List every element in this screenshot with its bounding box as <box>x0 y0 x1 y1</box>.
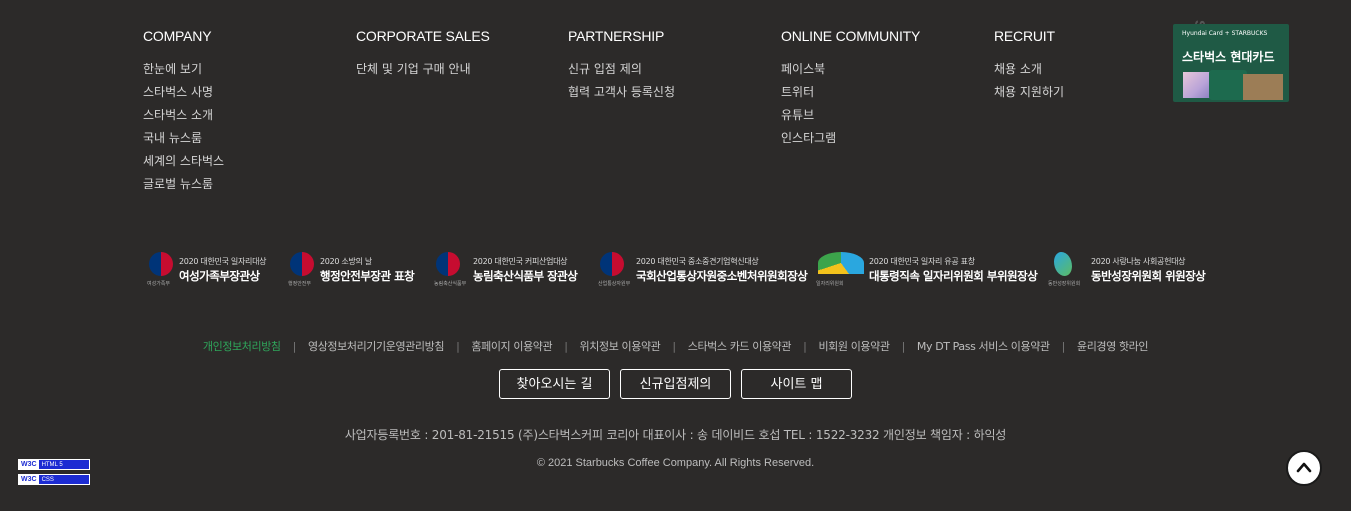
award-sub: 2020 대한민국 일자리대상 <box>179 257 267 266</box>
award-sub: 2020 대한민국 일자리 유공 표창 <box>869 257 975 266</box>
award-item[interactable]: 여성가족부 2020 대한민국 일자리대상 여성가족부장관상 <box>147 252 269 288</box>
footer-col-partnership: PARTNERSHIP 신규 입점 제의 협력 고객사 등록신청 <box>568 28 768 104</box>
government-emblem-icon <box>436 252 460 276</box>
menu-link[interactable]: 단체 및 기업 구매 안내 <box>356 58 556 81</box>
award-org: 여성가족부 <box>147 281 171 287</box>
policy-link[interactable]: 위치정보 이용약관 <box>580 340 661 353</box>
award-main: 대통령직속 일자리위원회 부위원장상 <box>869 269 1038 283</box>
award-item[interactable]: 동반성장위원회 2020 사랑나눔 사회공헌대상 동반성장위원회 위원장상 <box>1048 252 1210 288</box>
menu-link[interactable]: 페이스북 <box>781 58 981 81</box>
menu-link[interactable]: 국내 뉴스룸 <box>143 127 343 150</box>
badge-label: CSS <box>41 477 54 483</box>
menu-link[interactable]: 인스타그램 <box>781 127 981 150</box>
award-item[interactable]: 일자리위원회 2020 대한민국 일자리 유공 표창 대통령직속 일자리위원회 … <box>816 252 1038 288</box>
award-org: 산업통상자원부 <box>598 281 631 287</box>
policy-link[interactable]: 스타벅스 카드 이용약관 <box>688 340 792 353</box>
award-main: 여성가족부장관상 <box>179 269 260 283</box>
award-main: 동반성장위원회 위원장상 <box>1091 269 1206 283</box>
footer-col-corporate-sales: CORPORATE SALES 단체 및 기업 구매 안내 <box>356 28 556 81</box>
menu-link[interactable]: 세계의 스타벅스 <box>143 150 343 173</box>
separator: | <box>901 340 906 353</box>
menu-link[interactable]: 유튜브 <box>781 104 981 127</box>
separator: | <box>564 340 568 353</box>
menu-link[interactable]: 신규 입점 제의 <box>568 58 768 81</box>
card-image <box>1183 72 1211 98</box>
government-emblem-icon <box>290 252 314 276</box>
chevron-up-icon <box>1296 462 1312 473</box>
award-main: 국회산업통상자원중소벤처위원회장상 <box>636 269 808 283</box>
separator: | <box>1061 340 1066 353</box>
policy-link[interactable]: 홈페이지 이용약관 <box>471 340 552 353</box>
growth-committee-logo-icon <box>1054 252 1072 276</box>
separator: | <box>456 340 460 353</box>
promo-title: 스타벅스 현대카드 <box>1182 50 1275 64</box>
menu-link[interactable]: 협력 고객사 등록신청 <box>568 81 768 104</box>
award-item[interactable]: 산업통상자원부 2020 대한민국 중소중견기업혁신대상 국회산업통상자원중소벤… <box>598 252 810 288</box>
government-emblem-icon <box>149 252 173 276</box>
new-store-proposal-button[interactable]: 신규입점제의 <box>620 369 731 399</box>
government-emblem-icon <box>600 252 624 276</box>
footer-buttons: 찾아오시는 길 신규입점제의 사이트 맵 <box>0 369 1351 399</box>
menu-link[interactable]: 스타벅스 사명 <box>143 81 343 104</box>
award-main: 농림축산식품부 장관상 <box>473 269 578 283</box>
w3c-logo-icon: W3C <box>19 460 39 469</box>
separator: | <box>292 340 297 353</box>
jobs-committee-logo-icon <box>818 252 864 274</box>
award-sub: 2020 소방의 날 <box>320 257 372 266</box>
separator: | <box>803 340 807 353</box>
sitemap-button[interactable]: 사이트 맵 <box>741 369 852 399</box>
footer-col-online-community: ONLINE COMMUNITY 페이스북 트위터 유튜브 인스타그램 <box>781 28 981 150</box>
w3c-css-badge[interactable]: W3C CSS <box>18 474 90 485</box>
col-title[interactable]: PARTNERSHIP <box>568 28 768 44</box>
policy-link[interactable]: 영상정보처리기기운영관리방침 <box>308 340 444 353</box>
business-info: 사업자등록번호 : 201-81-21515 (주)스타벅스커피 코리아 대표이… <box>344 428 1007 442</box>
col-title[interactable]: CORPORATE SALES <box>356 28 556 44</box>
promo-brand-line: Hyundai Card + STARBUCKS <box>1182 30 1268 37</box>
col-title[interactable]: COMPANY <box>143 28 343 44</box>
award-org: 일자리위원회 <box>816 281 844 287</box>
award-sub: 2020 사랑나눔 사회공헌대상 <box>1091 257 1186 266</box>
award-org: 행정안전부 <box>288 281 312 287</box>
find-store-button[interactable]: 찾아오시는 길 <box>499 369 610 399</box>
menu-link[interactable]: 채용 지원하기 <box>994 81 1194 104</box>
award-org: 농림축산식품부 <box>434 281 467 287</box>
award-sub: 2020 대한민국 커피산업대상 <box>473 257 568 266</box>
col-title[interactable]: ONLINE COMMUNITY <box>781 28 981 44</box>
footer-col-recruit: RECRUIT 채용 소개 채용 지원하기 <box>994 28 1194 104</box>
menu-link[interactable]: 트위터 <box>781 81 981 104</box>
award-sub: 2020 대한민국 중소중견기업혁신대상 <box>636 257 759 266</box>
scroll-to-top-button[interactable] <box>1286 450 1322 486</box>
menu-link[interactable]: 스타벅스 소개 <box>143 104 343 127</box>
hyundai-card-banner[interactable]: Hyundai Card + STARBUCKS 스타벅스 현대카드 <box>1173 24 1289 102</box>
card-image <box>1209 70 1247 100</box>
policy-link-privacy[interactable]: 개인정보처리방침 <box>203 340 281 353</box>
policy-links: 개인정보처리방침 | 영상정보처리기기운영관리방침 | 홈페이지 이용약관 | 위치정보 이… <box>0 338 1351 354</box>
footer-col-company: COMPANY 한눈에 보기 스타벅스 사명 스타벅스 소개 국내 뉴스룸 세계… <box>143 28 343 196</box>
award-item[interactable]: 행정안전부 2020 소방의 날 행정안전부장관 표창 <box>288 252 420 288</box>
policy-link[interactable]: 윤리경영 핫라인 <box>1077 340 1149 353</box>
separator: | <box>672 340 676 353</box>
copyright: © 2021 Starbucks Coffee Company. All Rig… <box>536 457 815 469</box>
col-title[interactable]: RECRUIT <box>994 28 1194 44</box>
w3c-logo-icon: W3C <box>19 475 39 484</box>
award-item[interactable]: 농림축산식품부 2020 대한민국 커피산업대상 농림축산식품부 장관상 <box>434 252 581 288</box>
badge-label: HTML 5 <box>41 462 63 468</box>
menu-link[interactable]: 글로벌 뉴스룸 <box>143 173 343 196</box>
menu-link[interactable]: 한눈에 보기 <box>143 58 343 81</box>
menu-link[interactable]: 채용 소개 <box>994 58 1194 81</box>
award-main: 행정안전부장관 표창 <box>320 269 415 283</box>
w3c-html5-badge[interactable]: W3C HTML 5 <box>18 459 90 470</box>
award-org: 동반성장위원회 <box>1048 281 1081 287</box>
policy-link[interactable]: 비회원 이용약관 <box>818 340 890 353</box>
policy-link[interactable]: My DT Pass 서비스 이용약관 <box>917 340 1050 353</box>
card-image <box>1243 74 1283 100</box>
